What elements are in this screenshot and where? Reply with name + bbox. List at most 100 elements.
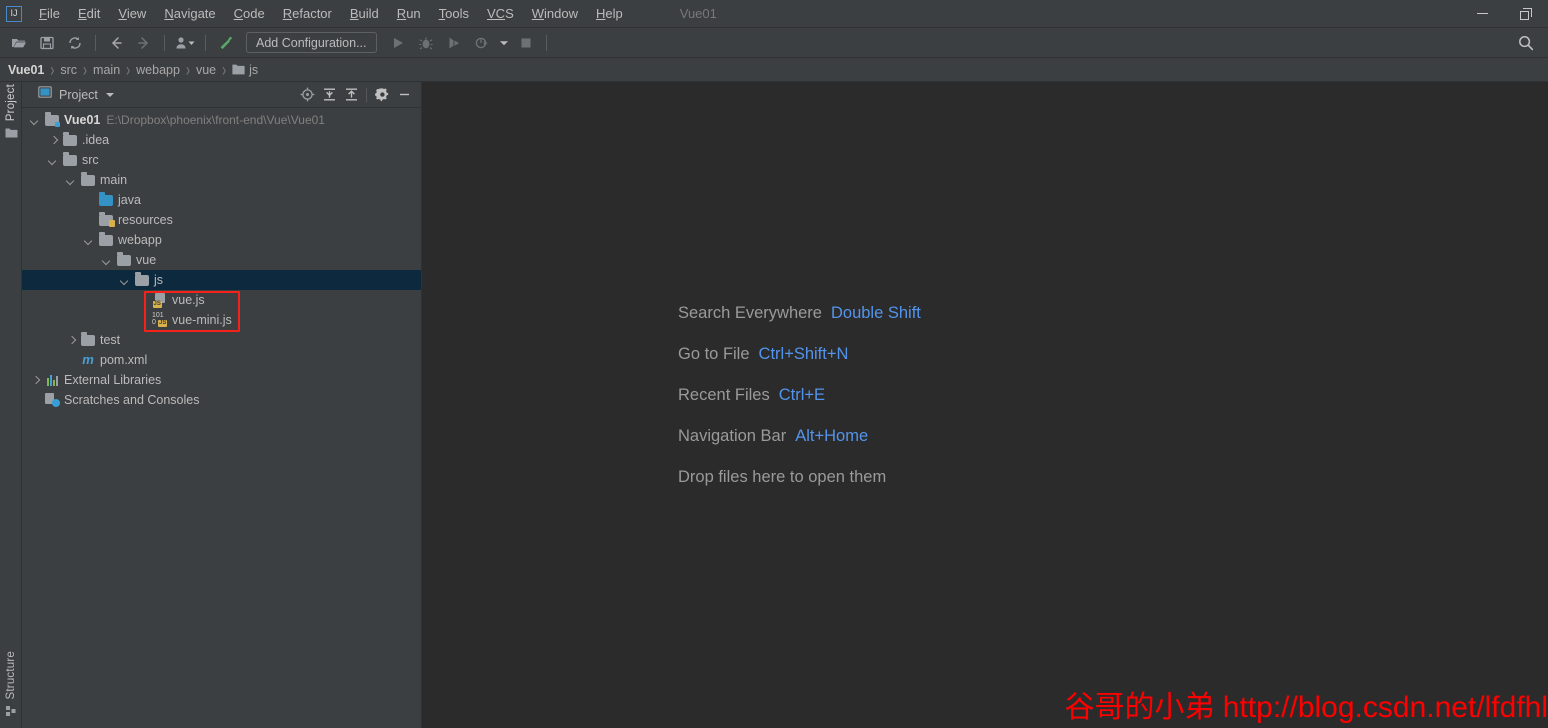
menu-item-vcs[interactable]: VCS bbox=[478, 0, 523, 28]
menu-label-rest: avigate bbox=[173, 5, 216, 21]
editor-hint-label: Go to File bbox=[678, 345, 750, 363]
scratches-icon bbox=[44, 393, 60, 407]
hide-panel-icon[interactable] bbox=[393, 84, 415, 106]
tree-row[interactable]: m pom.xml bbox=[22, 350, 421, 370]
tree-node-label: External Libraries bbox=[64, 373, 162, 387]
tree-row[interactable]: src bbox=[22, 150, 421, 170]
menu-item-build[interactable]: Build bbox=[341, 0, 388, 28]
open-folder-icon[interactable] bbox=[6, 30, 32, 56]
intellij-idea-window: FileEditViewNavigateCodeRefactorBuildRun… bbox=[0, 0, 1548, 728]
breadcrumb-item-webapp[interactable]: webapp bbox=[136, 63, 180, 77]
menu-item-run[interactable]: Run bbox=[388, 0, 430, 28]
toolbar-separator bbox=[164, 34, 165, 51]
tree-row[interactable]: Scratches and Consoles bbox=[22, 390, 421, 410]
expand-all-icon[interactable] bbox=[318, 84, 340, 106]
menu-mnemonic: B bbox=[349, 5, 359, 21]
tree-row[interactable]: java bbox=[22, 190, 421, 210]
tree-node-label: main bbox=[100, 173, 128, 187]
chevron-down-icon[interactable] bbox=[120, 275, 131, 286]
breadcrumb-item-vue01[interactable]: Vue01 bbox=[8, 63, 44, 77]
menu-item-navigate[interactable]: Navigate bbox=[155, 0, 224, 28]
debug-icon[interactable] bbox=[413, 30, 439, 56]
minimize-icon bbox=[1476, 13, 1488, 14]
menu-item-tools[interactable]: Tools bbox=[430, 0, 478, 28]
build-hammer-icon[interactable] bbox=[213, 30, 239, 56]
menu-item-view[interactable]: View bbox=[109, 0, 155, 28]
menu-item-file[interactable]: File bbox=[30, 0, 69, 28]
breadcrumb-item-js[interactable]: js bbox=[232, 63, 258, 77]
tree-node-icon bbox=[80, 331, 96, 348]
settings-gear-icon[interactable] bbox=[371, 84, 393, 106]
tree-row[interactable]: webapp bbox=[22, 230, 421, 250]
run-configuration-selector[interactable]: Add Configuration... bbox=[246, 32, 377, 53]
menu-label-rest: ode bbox=[243, 5, 265, 21]
breadcrumb-item-main[interactable]: main bbox=[93, 63, 120, 77]
tree-row[interactable]: test bbox=[22, 330, 421, 350]
run-icon[interactable] bbox=[385, 30, 411, 56]
chevron-right-icon[interactable] bbox=[30, 375, 41, 386]
breadcrumb-item-vue[interactable]: vue bbox=[196, 63, 216, 77]
tool-window-button-project[interactable]: Project bbox=[0, 84, 22, 144]
menu-item-window[interactable]: Window bbox=[523, 0, 587, 28]
folder-icon bbox=[232, 64, 245, 75]
main-toolbar: Add Configuration... bbox=[0, 28, 1548, 58]
save-icon[interactable] bbox=[34, 30, 60, 56]
editor-hint-row: Drop files here to open them bbox=[678, 468, 921, 487]
breadcrumb-item-src[interactable]: src bbox=[60, 63, 77, 77]
menu-mnemonic: N bbox=[164, 5, 174, 21]
chevron-down-icon[interactable] bbox=[30, 115, 41, 126]
tree-row[interactable]: JS vue.js bbox=[22, 290, 421, 310]
chevron-down-icon[interactable] bbox=[84, 235, 95, 246]
tool-window-button-structure[interactable]: Structure bbox=[0, 651, 22, 722]
tree-arrow-placeholder bbox=[30, 395, 41, 406]
folder-icon bbox=[99, 231, 113, 246]
tree-arrow-placeholder bbox=[84, 215, 95, 226]
collapse-all-icon[interactable] bbox=[340, 84, 362, 106]
chevron-down-icon[interactable] bbox=[105, 92, 114, 97]
locate-icon[interactable] bbox=[296, 84, 318, 106]
menu-mnemonic: R bbox=[282, 5, 293, 21]
chevron-down-icon[interactable] bbox=[102, 255, 113, 266]
minimize-button[interactable] bbox=[1460, 0, 1504, 28]
sync-icon[interactable] bbox=[62, 30, 88, 56]
run-options-chevron-down-icon[interactable] bbox=[497, 30, 511, 56]
maven-file-icon: m bbox=[82, 352, 94, 367]
menu-item-code[interactable]: Code bbox=[225, 0, 274, 28]
tree-node-label: vue-mini.js bbox=[172, 313, 232, 327]
restore-button[interactable] bbox=[1504, 0, 1548, 28]
chevron-right-icon[interactable] bbox=[66, 335, 77, 346]
tree-node-label: src bbox=[82, 153, 99, 167]
tree-row[interactable]: Vue01 E:\Dropbox\phoenix\front-end\Vue\Vu… bbox=[22, 110, 421, 130]
menu-item-refactor[interactable]: Refactor bbox=[274, 0, 341, 28]
tree-row[interactable]: 101 0 JS vue-mini.js bbox=[22, 310, 421, 330]
forward-arrow-icon[interactable] bbox=[131, 30, 157, 56]
tree-row[interactable]: main bbox=[22, 170, 421, 190]
tool-window-label-project: Project bbox=[5, 84, 17, 122]
menu-item-edit[interactable]: Edit bbox=[69, 0, 109, 28]
back-arrow-icon[interactable] bbox=[103, 30, 129, 56]
chevron-down-icon[interactable] bbox=[48, 155, 59, 166]
vcs-user-icon[interactable] bbox=[172, 30, 198, 56]
tree-row[interactable]: resources bbox=[22, 210, 421, 230]
tree-row[interactable]: External Libraries bbox=[22, 370, 421, 390]
tree-node-label: test bbox=[100, 333, 121, 347]
structure-icon bbox=[5, 704, 18, 722]
tree-node-icon bbox=[98, 211, 115, 228]
tree-row[interactable]: js bbox=[22, 270, 421, 290]
tree-row[interactable]: vue bbox=[22, 250, 421, 270]
toolbar-separator bbox=[205, 34, 206, 51]
editor-hint-shortcut: Alt+Home bbox=[795, 427, 869, 445]
editor-hint-shortcut: Ctrl+Shift+N bbox=[758, 345, 849, 363]
profiler-icon[interactable] bbox=[469, 30, 495, 56]
tree-row[interactable]: .idea bbox=[22, 130, 421, 150]
tree-node-label: java bbox=[118, 193, 141, 207]
stop-icon[interactable] bbox=[513, 30, 539, 56]
menu-item-help[interactable]: Help bbox=[587, 0, 632, 28]
chevron-down-icon[interactable] bbox=[66, 175, 77, 186]
chevron-right-icon[interactable] bbox=[48, 135, 59, 146]
search-icon[interactable] bbox=[1513, 30, 1539, 56]
run-with-coverage-icon[interactable] bbox=[441, 30, 467, 56]
tree-node-label: webapp bbox=[118, 233, 162, 247]
tree-node-label: .idea bbox=[82, 133, 110, 147]
editor-hints: Search Everywhere Double Shift Go to File C… bbox=[678, 304, 921, 509]
